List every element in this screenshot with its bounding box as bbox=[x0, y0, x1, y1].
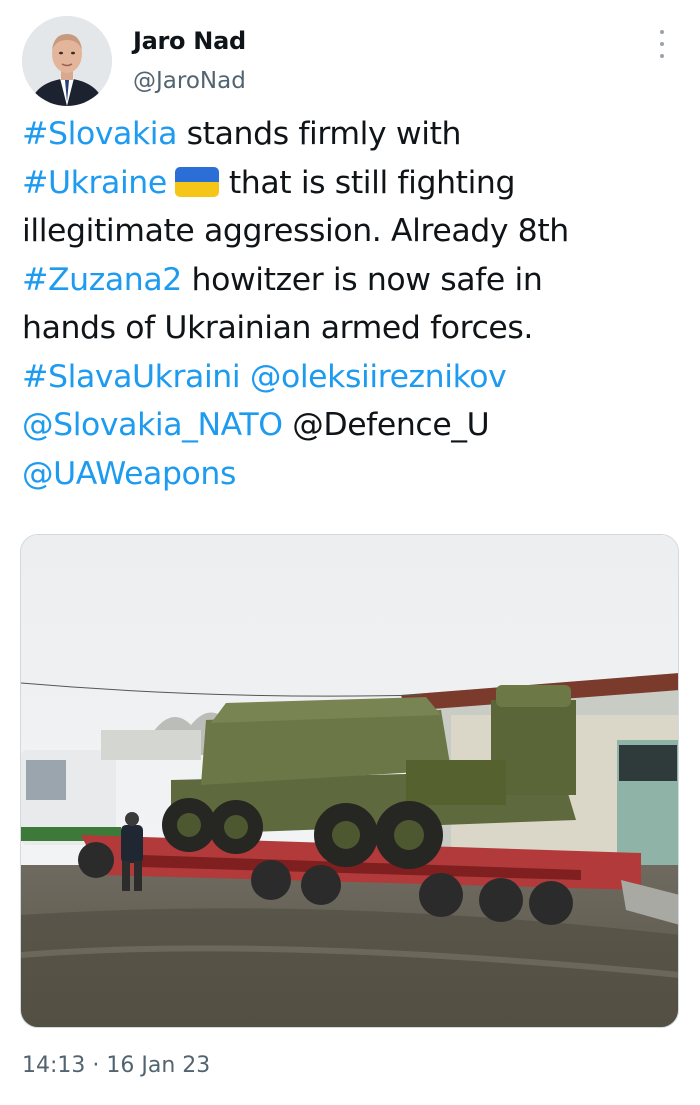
hashtag-slavaukraini[interactable]: #SlavaUkraini bbox=[22, 359, 241, 395]
author-name[interactable]: Jaro Nad bbox=[133, 27, 246, 55]
more-dot bbox=[660, 54, 664, 58]
more-options-icon[interactable] bbox=[650, 30, 674, 58]
tweet-line: @UAWeapons bbox=[22, 450, 682, 499]
more-dot bbox=[660, 42, 664, 46]
hashtag-zuzana2[interactable]: #Zuzana2 bbox=[22, 262, 182, 298]
more-dot bbox=[660, 30, 664, 34]
hashtag-ukraine[interactable]: #Ukraine bbox=[22, 165, 167, 201]
tweet-line: @Slovakia_NATO @Defence_U bbox=[22, 401, 682, 450]
tweet-line: hands of Ukrainian armed forces. bbox=[22, 304, 682, 353]
tweet-text-segment: hands of Ukrainian armed forces. bbox=[22, 310, 534, 346]
tweet-media-image[interactable] bbox=[20, 534, 679, 1028]
mention-uaweapons[interactable]: @UAWeapons bbox=[22, 456, 236, 492]
tweet-text-segment: that is still fighting bbox=[228, 164, 516, 201]
tweet-line: #SlavaUkraini @oleksiireznikov bbox=[22, 353, 682, 402]
tweet-text-segment: stands firmly with bbox=[177, 116, 462, 152]
tweet-line: #Ukraine that is still fighting bbox=[22, 159, 682, 208]
author-handle[interactable]: @JaroNad bbox=[133, 68, 246, 94]
hashtag-slovakia[interactable]: #Slovakia bbox=[22, 116, 177, 152]
mention-slovakia-nato[interactable]: @Slovakia_NATO bbox=[22, 407, 283, 443]
tweet-text: #Slovakia stands firmly with #Ukraine tha… bbox=[22, 110, 682, 498]
tweet-text-segment: howitzer is now safe in bbox=[181, 261, 543, 298]
avatar-image bbox=[22, 16, 112, 106]
tweet-line: #Slovakia stands firmly with bbox=[22, 110, 682, 159]
howitzer-photo bbox=[21, 535, 678, 1027]
tweet-text-segment: illegitimate aggression. Already 8th bbox=[22, 213, 569, 249]
mention-oleksiireznikov[interactable]: @oleksiireznikov bbox=[250, 359, 507, 395]
tweet-line: #Zuzana2 howitzer is now safe in bbox=[22, 256, 682, 305]
avatar[interactable] bbox=[22, 16, 112, 106]
tweet-timestamp[interactable]: 14:13 · 16 Jan 23 bbox=[22, 1053, 210, 1078]
tweet-line: illegitimate aggression. Already 8th bbox=[22, 207, 682, 256]
tweet-text-segment: @Defence_U bbox=[282, 407, 490, 443]
ukraine-flag-icon bbox=[174, 166, 219, 197]
